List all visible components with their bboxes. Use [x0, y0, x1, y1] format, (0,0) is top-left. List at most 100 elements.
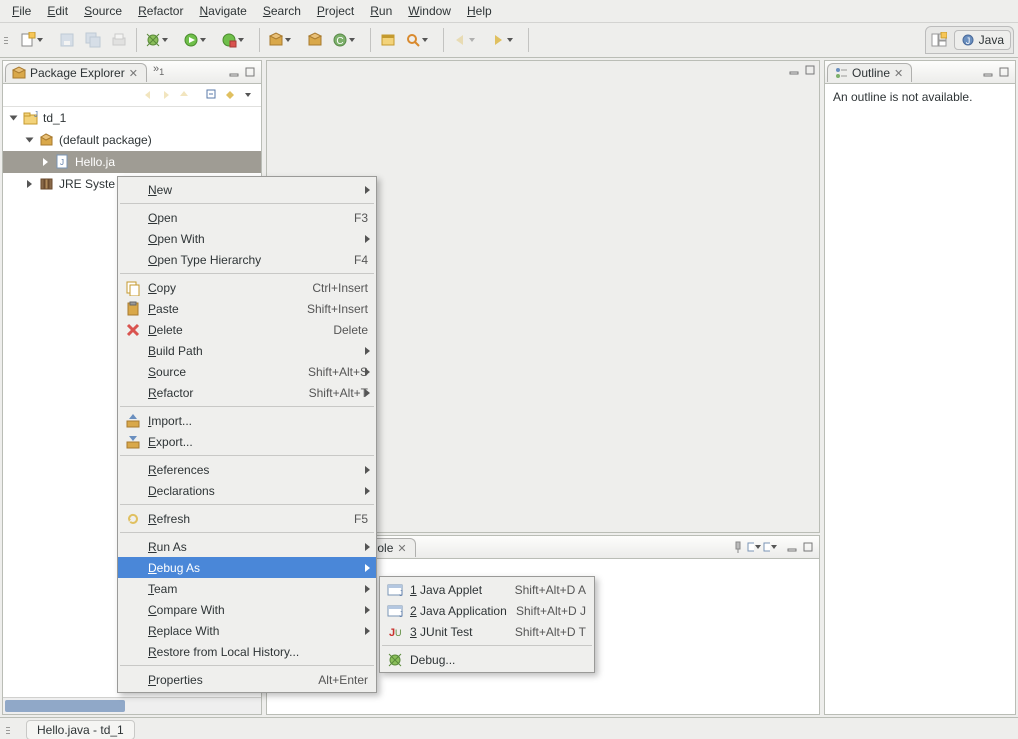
ctx-properties[interactable]: PropertiesAlt+Enter [118, 669, 376, 690]
collapse-all-icon[interactable] [205, 88, 219, 102]
pin-console-icon[interactable] [731, 540, 745, 554]
debugas-junit-test[interactable]: JU3 JUnit TestShift+Alt+D T [380, 621, 594, 642]
new-package-icon-button[interactable] [304, 29, 326, 51]
menu-file[interactable]: File [4, 2, 39, 20]
run-button[interactable] [181, 29, 215, 51]
minimize-icon[interactable] [227, 65, 241, 79]
menu-run[interactable]: Run [362, 2, 400, 20]
ctx-references[interactable]: References [118, 459, 376, 480]
back-nav-icon[interactable] [141, 88, 155, 102]
debug-button[interactable] [143, 29, 177, 51]
ctx-build-path[interactable]: Build Path [118, 340, 376, 361]
package-icon [12, 66, 26, 80]
toolbar-handle[interactable] [4, 37, 14, 44]
print-button[interactable] [108, 29, 130, 51]
save-button[interactable] [56, 29, 78, 51]
outline-minimize-icon[interactable] [981, 65, 995, 79]
tree-package-label: (default package) [59, 133, 152, 147]
ctx-delete[interactable]: DeleteDelete [118, 319, 376, 340]
outline-maximize-icon[interactable] [997, 65, 1011, 79]
close-icon[interactable] [129, 67, 138, 80]
ctx-copy[interactable]: CopyCtrl+Insert [118, 277, 376, 298]
ctx-open-with[interactable]: Open With [118, 228, 376, 249]
new-package-button[interactable] [266, 29, 300, 51]
project-icon: J [23, 110, 39, 126]
status-file-tab[interactable]: Hello.java - td_1 [26, 720, 135, 739]
tree-file-label: Hello.ja [75, 155, 115, 169]
ctx-open[interactable]: OpenF3 [118, 207, 376, 228]
new-class-button[interactable]: C [330, 29, 364, 51]
tree-package-row[interactable]: (default package) [3, 129, 261, 151]
ctx-paste[interactable]: PasteShift+Insert [118, 298, 376, 319]
ctx-open-type-hierarchy[interactable]: Open Type HierarchyF4 [118, 249, 376, 270]
console-maximize-icon[interactable] [801, 540, 815, 554]
ctx-restore-from-local-history-[interactable]: Restore from Local History... [118, 641, 376, 662]
ctx-declarations[interactable]: Declarations [118, 480, 376, 501]
forward-nav-icon[interactable] [159, 88, 173, 102]
menu-window[interactable]: Window [400, 2, 459, 20]
outline-tab[interactable]: Outline [827, 63, 912, 82]
menu-refactor[interactable]: Refactor [130, 2, 191, 20]
menu-navigate[interactable]: Navigate [191, 2, 254, 20]
svg-text:J: J [965, 36, 970, 46]
open-type-button[interactable] [377, 29, 399, 51]
debugas-debug-[interactable]: Debug... [380, 649, 594, 670]
new-button[interactable] [18, 29, 52, 51]
ctx-new[interactable]: New [118, 179, 376, 200]
package-explorer-scrollbar[interactable] [3, 697, 261, 714]
debugas-java-application[interactable]: J2 Java ApplicationShift+Alt+D J [380, 600, 594, 621]
close-icon[interactable] [894, 67, 903, 80]
ctx-source[interactable]: SourceShift+Alt+S [118, 361, 376, 382]
status-handle[interactable] [6, 727, 16, 734]
ctx-export-[interactable]: Export... [118, 431, 376, 452]
close-icon[interactable] [397, 542, 406, 555]
display-console-icon[interactable] [747, 540, 761, 554]
menu-search[interactable]: Search [255, 2, 309, 20]
console-minimize-icon[interactable] [785, 540, 799, 554]
scrollbar-thumb[interactable] [5, 700, 125, 712]
outline-title: Outline [852, 66, 890, 80]
external-tools-button[interactable] [219, 29, 253, 51]
maximize-icon[interactable] [243, 65, 257, 79]
tree-jre-label: JRE Syste [59, 177, 115, 191]
up-nav-icon[interactable] [177, 88, 191, 102]
menu-project[interactable]: Project [309, 2, 362, 20]
menu-edit[interactable]: Edit [39, 2, 76, 20]
forward-button[interactable] [488, 29, 522, 51]
ctx-team[interactable]: Team [118, 578, 376, 599]
view-menu-icon[interactable] [241, 88, 255, 102]
debugas-java-applet[interactable]: J1 Java AppletShift+Alt+D A [380, 579, 594, 600]
tree-project-row[interactable]: J td_1 [3, 107, 261, 129]
refresh-icon [124, 511, 142, 527]
package-explorer-toolbar [3, 84, 261, 107]
debug-as-submenu[interactable]: J1 Java AppletShift+Alt+D AJ2 Java Appli… [379, 576, 595, 673]
outline-body: An outline is not available. [825, 84, 1015, 714]
ctx-compare-with[interactable]: Compare With [118, 599, 376, 620]
editor-maximize-icon[interactable] [803, 63, 817, 77]
package-explorer-titlebar: Package Explorer »1 [3, 61, 261, 84]
ctx-import-[interactable]: Import... [118, 410, 376, 431]
package-explorer-title: Package Explorer [30, 66, 125, 80]
svg-text:J: J [399, 610, 403, 619]
menu-help[interactable]: Help [459, 2, 500, 20]
ctx-run-as[interactable]: Run As [118, 536, 376, 557]
open-perspective-button[interactable] [928, 29, 950, 51]
open-console-icon[interactable]: + [763, 540, 777, 554]
perspective-label: Java [979, 33, 1004, 47]
package-node-icon [39, 132, 55, 148]
search-button[interactable] [403, 29, 437, 51]
menu-source[interactable]: Source [76, 2, 130, 20]
ctx-refresh[interactable]: RefreshF5 [118, 508, 376, 529]
outline-titlebar: Outline [825, 61, 1015, 84]
save-all-button[interactable] [82, 29, 104, 51]
java-perspective-button[interactable]: J Java [954, 30, 1011, 50]
package-explorer-tab[interactable]: Package Explorer [5, 63, 147, 82]
editor-minimize-icon[interactable] [787, 63, 801, 77]
tree-file-row[interactable]: J Hello.ja [3, 151, 261, 173]
ctx-debug-as[interactable]: Debug As [118, 557, 376, 578]
link-editor-icon[interactable] [223, 88, 237, 102]
ctx-replace-with[interactable]: Replace With [118, 620, 376, 641]
back-button[interactable] [450, 29, 484, 51]
context-menu[interactable]: New OpenF3Open WithOpen Type HierarchyF4 C… [117, 176, 377, 693]
ctx-refactor[interactable]: RefactorShift+Alt+T [118, 382, 376, 403]
